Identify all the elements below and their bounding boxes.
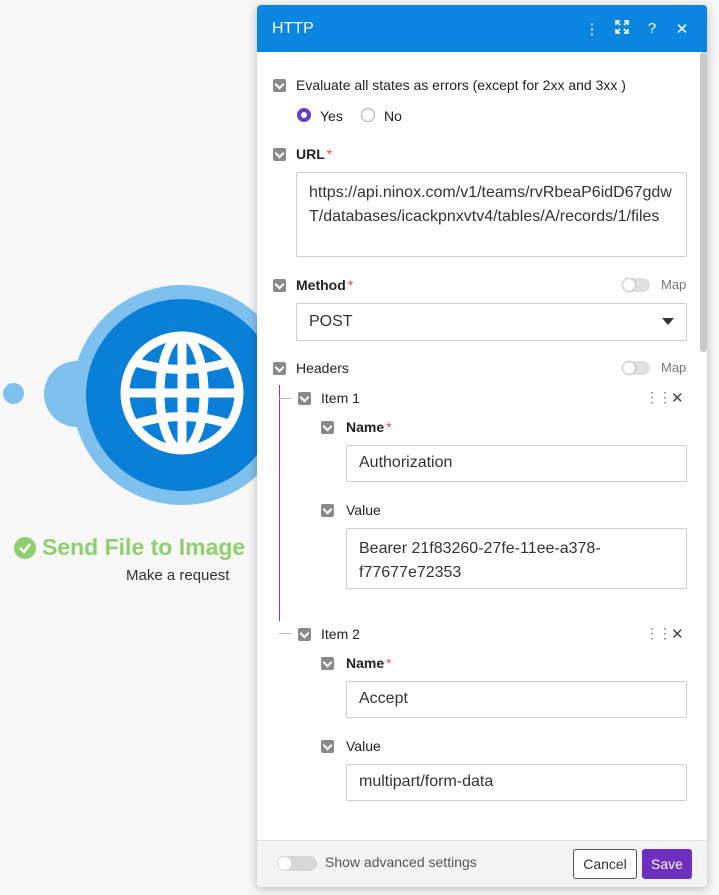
- panel-header: HTTP ⋮ ? ✕: [257, 5, 707, 52]
- chevron-down-icon: [662, 318, 674, 325]
- method-map-label: Map: [661, 277, 687, 292]
- connector-dot[interactable]: [3, 383, 24, 404]
- expand-icon[interactable]: [607, 19, 637, 38]
- panel-body: Evaluate all states as errors (except fo…: [257, 52, 707, 841]
- item-1-value-checkbox[interactable]: [321, 504, 334, 517]
- item-2-tree-branch: [279, 633, 291, 634]
- method-select[interactable]: POST: [296, 303, 687, 341]
- headers-label: Headers: [296, 360, 349, 376]
- url-input[interactable]: https://api.ninox.com/v1/teams/rvRbeaP6i…: [296, 172, 687, 257]
- required-marker: *: [326, 146, 333, 162]
- required-marker: *: [386, 419, 392, 435]
- item-2-value-checkbox[interactable]: [321, 740, 334, 753]
- module-title: Send File to Image: [14, 534, 245, 561]
- method-label-text: Method: [296, 277, 346, 293]
- advanced-settings-toggle[interactable]: [277, 856, 317, 871]
- item-2-name-checkbox[interactable]: [321, 657, 334, 670]
- item-2-name-label: Name *: [346, 655, 392, 671]
- url-label: URL *: [296, 146, 332, 162]
- radio-no[interactable]: [361, 108, 375, 122]
- method-select-value: POST: [309, 313, 353, 330]
- radio-no-label: No: [384, 108, 402, 124]
- item-1-name-label-text: Name: [346, 419, 385, 435]
- panel-title: HTTP: [272, 19, 314, 37]
- remove-item-1-icon[interactable]: ✕: [671, 389, 684, 407]
- help-icon[interactable]: ?: [637, 20, 667, 37]
- panel-footer: Show advanced settings Cancel Save: [257, 840, 707, 887]
- item-2-checkbox[interactable]: [298, 628, 311, 641]
- url-label-text: URL: [296, 146, 325, 162]
- drag-handle-icon[interactable]: ⋮⋮: [645, 625, 672, 642]
- method-map-toggle[interactable]: [622, 278, 650, 292]
- required-marker: *: [386, 655, 392, 671]
- save-button[interactable]: Save: [642, 849, 692, 879]
- item-1-name-input[interactable]: Authorization: [346, 445, 687, 482]
- panel-scrollbar[interactable]: [700, 52, 707, 352]
- check-circle-icon: [14, 536, 36, 559]
- item-2-value-input[interactable]: multipart/form-data: [346, 764, 687, 801]
- item-1-value-label: Value: [346, 502, 381, 518]
- item-1-tree-branch: [279, 398, 291, 399]
- evaluate-errors-label: Evaluate all states as errors (except fo…: [296, 77, 626, 93]
- item-2-name-input[interactable]: Accept: [346, 681, 687, 718]
- item-1-tree-line: [279, 385, 280, 621]
- headers-map-label: Map: [661, 360, 687, 375]
- item-1-checkbox[interactable]: [298, 392, 311, 405]
- module-title-text: Send File to Image: [42, 534, 246, 560]
- cancel-button[interactable]: Cancel: [573, 849, 637, 879]
- item-1-name-label: Name *: [346, 419, 392, 435]
- url-checkbox[interactable]: [273, 148, 286, 161]
- drag-handle-icon[interactable]: ⋮⋮: [645, 389, 672, 406]
- item-1-value-input[interactable]: Bearer 21f83260-27fe-11ee-a378-f77677e72…: [346, 528, 687, 589]
- headers-map-toggle[interactable]: [622, 361, 650, 375]
- item-2-title: Item 2: [321, 626, 360, 642]
- evaluate-errors-checkbox[interactable]: [273, 79, 286, 92]
- item-2-name-label-text: Name: [346, 655, 385, 671]
- module-settings-panel: HTTP ⋮ ? ✕ Evaluate all states as errors…: [257, 5, 707, 887]
- module-subtitle: Make a request: [126, 567, 230, 584]
- radio-yes-label: Yes: [320, 108, 343, 124]
- required-marker: *: [347, 277, 354, 293]
- headers-checkbox[interactable]: [273, 362, 286, 375]
- method-checkbox[interactable]: [273, 279, 286, 292]
- radio-yes[interactable]: [297, 108, 311, 122]
- close-icon[interactable]: ✕: [667, 20, 697, 38]
- item-2-value-label: Value: [346, 738, 381, 754]
- more-icon[interactable]: ⋮: [577, 20, 607, 38]
- item-1-title: Item 1: [321, 390, 360, 406]
- remove-item-2-icon[interactable]: ✕: [671, 625, 684, 643]
- advanced-settings-label: Show advanced settings: [325, 854, 477, 870]
- method-label: Method *: [296, 277, 353, 293]
- globe-icon: [120, 331, 244, 455]
- item-1-name-checkbox[interactable]: [321, 421, 334, 434]
